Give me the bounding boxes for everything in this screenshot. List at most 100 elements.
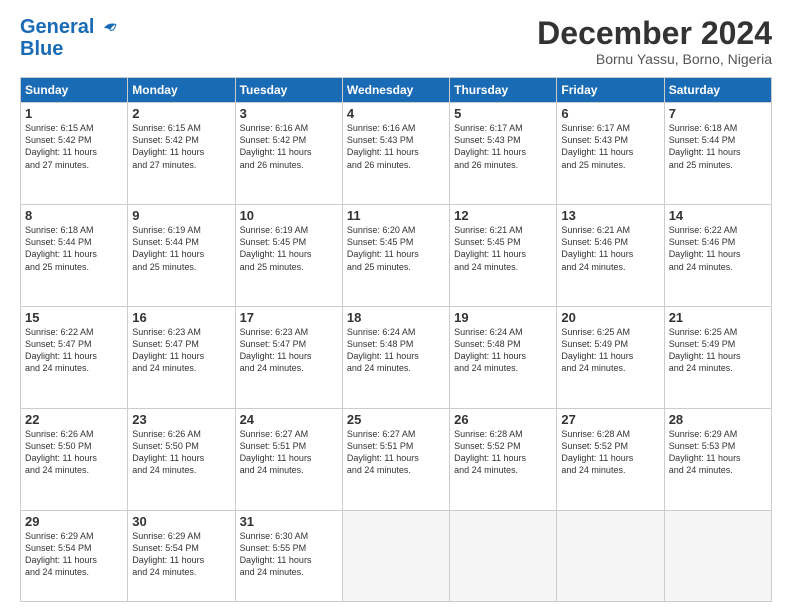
day-info: Sunrise: 6:17 AM Sunset: 5:43 PM Dayligh… — [561, 122, 659, 171]
calendar-cell — [557, 510, 664, 601]
day-number: 1 — [25, 106, 123, 121]
location: Bornu Yassu, Borno, Nigeria — [537, 51, 772, 67]
day-number: 4 — [347, 106, 445, 121]
calendar-week-4: 22 Sunrise: 6:26 AM Sunset: 5:50 PM Dayli… — [21, 408, 772, 510]
day-info: Sunrise: 6:25 AM Sunset: 5:49 PM Dayligh… — [561, 326, 659, 375]
calendar-cell: 18Sunrise: 6:24 AM Sunset: 5:48 PM Dayli… — [342, 307, 449, 409]
day-info: Sunrise: 6:15 AM Sunset: 5:42 PM Dayligh… — [132, 122, 230, 171]
day-info: Sunrise: 6:19 AM Sunset: 5:44 PM Dayligh… — [132, 224, 230, 273]
day-number: 22 — [25, 412, 123, 427]
page: General Blue December 2024 Bornu Yassu, … — [0, 0, 792, 612]
calendar-cell: 22Sunrise: 6:26 AM Sunset: 5:50 PM Dayli… — [21, 408, 128, 510]
calendar-cell: 17Sunrise: 6:23 AM Sunset: 5:47 PM Dayli… — [235, 307, 342, 409]
day-info: Sunrise: 6:16 AM Sunset: 5:43 PM Dayligh… — [347, 122, 445, 171]
day-info: Sunrise: 6:18 AM Sunset: 5:44 PM Dayligh… — [25, 224, 123, 273]
day-info: Sunrise: 6:16 AM Sunset: 5:42 PM Dayligh… — [240, 122, 338, 171]
day-info: Sunrise: 6:24 AM Sunset: 5:48 PM Dayligh… — [454, 326, 552, 375]
day-info: Sunrise: 6:29 AM Sunset: 5:54 PM Dayligh… — [132, 530, 230, 579]
day-info: Sunrise: 6:27 AM Sunset: 5:51 PM Dayligh… — [240, 428, 338, 477]
day-number: 27 — [561, 412, 659, 427]
day-info: Sunrise: 6:18 AM Sunset: 5:44 PM Dayligh… — [669, 122, 767, 171]
header: General Blue December 2024 Bornu Yassu, … — [20, 16, 772, 67]
day-number: 17 — [240, 310, 338, 325]
day-number: 5 — [454, 106, 552, 121]
day-number: 25 — [347, 412, 445, 427]
calendar-cell: 21Sunrise: 6:25 AM Sunset: 5:49 PM Dayli… — [664, 307, 771, 409]
calendar-cell — [450, 510, 557, 601]
day-number: 14 — [669, 208, 767, 223]
calendar-cell: 8Sunrise: 6:18 AM Sunset: 5:44 PM Daylig… — [21, 205, 128, 307]
day-info: Sunrise: 6:23 AM Sunset: 5:47 PM Dayligh… — [132, 326, 230, 375]
day-info: Sunrise: 6:28 AM Sunset: 5:52 PM Dayligh… — [561, 428, 659, 477]
day-info: Sunrise: 6:30 AM Sunset: 5:55 PM Dayligh… — [240, 530, 338, 579]
calendar-cell: 13Sunrise: 6:21 AM Sunset: 5:46 PM Dayli… — [557, 205, 664, 307]
day-number: 30 — [132, 514, 230, 529]
calendar-cell: 25Sunrise: 6:27 AM Sunset: 5:51 PM Dayli… — [342, 408, 449, 510]
logo-blue: Blue — [20, 38, 63, 60]
calendar-week-1: 1Sunrise: 6:15 AM Sunset: 5:42 PM Daylig… — [21, 103, 772, 205]
calendar-header-thursday: Thursday — [450, 78, 557, 103]
calendar-cell: 26Sunrise: 6:28 AM Sunset: 5:52 PM Dayli… — [450, 408, 557, 510]
calendar-cell: 1Sunrise: 6:15 AM Sunset: 5:42 PM Daylig… — [21, 103, 128, 205]
calendar-cell: 7Sunrise: 6:18 AM Sunset: 5:44 PM Daylig… — [664, 103, 771, 205]
calendar-cell: 2Sunrise: 6:15 AM Sunset: 5:42 PM Daylig… — [128, 103, 235, 205]
logo-bird-icon — [96, 20, 118, 38]
day-number: 24 — [240, 412, 338, 427]
calendar-header-monday: Monday — [128, 78, 235, 103]
day-info: Sunrise: 6:29 AM Sunset: 5:54 PM Dayligh… — [25, 530, 123, 579]
calendar-cell: 9Sunrise: 6:19 AM Sunset: 5:44 PM Daylig… — [128, 205, 235, 307]
day-number: 9 — [132, 208, 230, 223]
day-number: 10 — [240, 208, 338, 223]
day-number: 8 — [25, 208, 123, 223]
day-number: 19 — [454, 310, 552, 325]
calendar-cell: 14Sunrise: 6:22 AM Sunset: 5:46 PM Dayli… — [664, 205, 771, 307]
day-number: 7 — [669, 106, 767, 121]
calendar-cell — [342, 510, 449, 601]
calendar-cell: 10Sunrise: 6:19 AM Sunset: 5:45 PM Dayli… — [235, 205, 342, 307]
calendar-cell: 19Sunrise: 6:24 AM Sunset: 5:48 PM Dayli… — [450, 307, 557, 409]
day-info: Sunrise: 6:28 AM Sunset: 5:52 PM Dayligh… — [454, 428, 552, 477]
calendar-week-2: 8Sunrise: 6:18 AM Sunset: 5:44 PM Daylig… — [21, 205, 772, 307]
calendar-cell: 24Sunrise: 6:27 AM Sunset: 5:51 PM Dayli… — [235, 408, 342, 510]
day-info: Sunrise: 6:20 AM Sunset: 5:45 PM Dayligh… — [347, 224, 445, 273]
day-number: 23 — [132, 412, 230, 427]
calendar-week-5: 29Sunrise: 6:29 AM Sunset: 5:54 PM Dayli… — [21, 510, 772, 601]
day-info: Sunrise: 6:24 AM Sunset: 5:48 PM Dayligh… — [347, 326, 445, 375]
day-number: 31 — [240, 514, 338, 529]
day-number: 20 — [561, 310, 659, 325]
day-number: 3 — [240, 106, 338, 121]
calendar-week-3: 15Sunrise: 6:22 AM Sunset: 5:47 PM Dayli… — [21, 307, 772, 409]
calendar-cell: 11Sunrise: 6:20 AM Sunset: 5:45 PM Dayli… — [342, 205, 449, 307]
day-number: 12 — [454, 208, 552, 223]
calendar-cell: 31Sunrise: 6:30 AM Sunset: 5:55 PM Dayli… — [235, 510, 342, 601]
day-info: Sunrise: 6:23 AM Sunset: 5:47 PM Dayligh… — [240, 326, 338, 375]
calendar-header-tuesday: Tuesday — [235, 78, 342, 103]
logo-general: General — [20, 16, 94, 38]
day-info: Sunrise: 6:29 AM Sunset: 5:53 PM Dayligh… — [669, 428, 767, 477]
day-info: Sunrise: 6:15 AM Sunset: 5:42 PM Dayligh… — [25, 122, 123, 171]
calendar-cell: 16Sunrise: 6:23 AM Sunset: 5:47 PM Dayli… — [128, 307, 235, 409]
calendar-cell: 23Sunrise: 6:26 AM Sunset: 5:50 PM Dayli… — [128, 408, 235, 510]
day-number: 21 — [669, 310, 767, 325]
day-number: 26 — [454, 412, 552, 427]
day-number: 11 — [347, 208, 445, 223]
calendar-cell: 15Sunrise: 6:22 AM Sunset: 5:47 PM Dayli… — [21, 307, 128, 409]
calendar-table: SundayMondayTuesdayWednesdayThursdayFrid… — [20, 77, 772, 602]
calendar-cell: 28Sunrise: 6:29 AM Sunset: 5:53 PM Dayli… — [664, 408, 771, 510]
calendar-cell: 27Sunrise: 6:28 AM Sunset: 5:52 PM Dayli… — [557, 408, 664, 510]
calendar-cell: 30Sunrise: 6:29 AM Sunset: 5:54 PM Dayli… — [128, 510, 235, 601]
calendar-cell: 29Sunrise: 6:29 AM Sunset: 5:54 PM Dayli… — [21, 510, 128, 601]
day-number: 18 — [347, 310, 445, 325]
day-number: 6 — [561, 106, 659, 121]
title-area: December 2024 Bornu Yassu, Borno, Nigeri… — [537, 16, 772, 67]
day-number: 16 — [132, 310, 230, 325]
calendar-header-wednesday: Wednesday — [342, 78, 449, 103]
calendar-cell: 3Sunrise: 6:16 AM Sunset: 5:42 PM Daylig… — [235, 103, 342, 205]
day-info: Sunrise: 6:21 AM Sunset: 5:45 PM Dayligh… — [454, 224, 552, 273]
day-info: Sunrise: 6:27 AM Sunset: 5:51 PM Dayligh… — [347, 428, 445, 477]
calendar-header-sunday: Sunday — [21, 78, 128, 103]
day-info: Sunrise: 6:19 AM Sunset: 5:45 PM Dayligh… — [240, 224, 338, 273]
calendar-cell — [664, 510, 771, 601]
day-info: Sunrise: 6:26 AM Sunset: 5:50 PM Dayligh… — [132, 428, 230, 477]
calendar-cell: 20Sunrise: 6:25 AM Sunset: 5:49 PM Dayli… — [557, 307, 664, 409]
